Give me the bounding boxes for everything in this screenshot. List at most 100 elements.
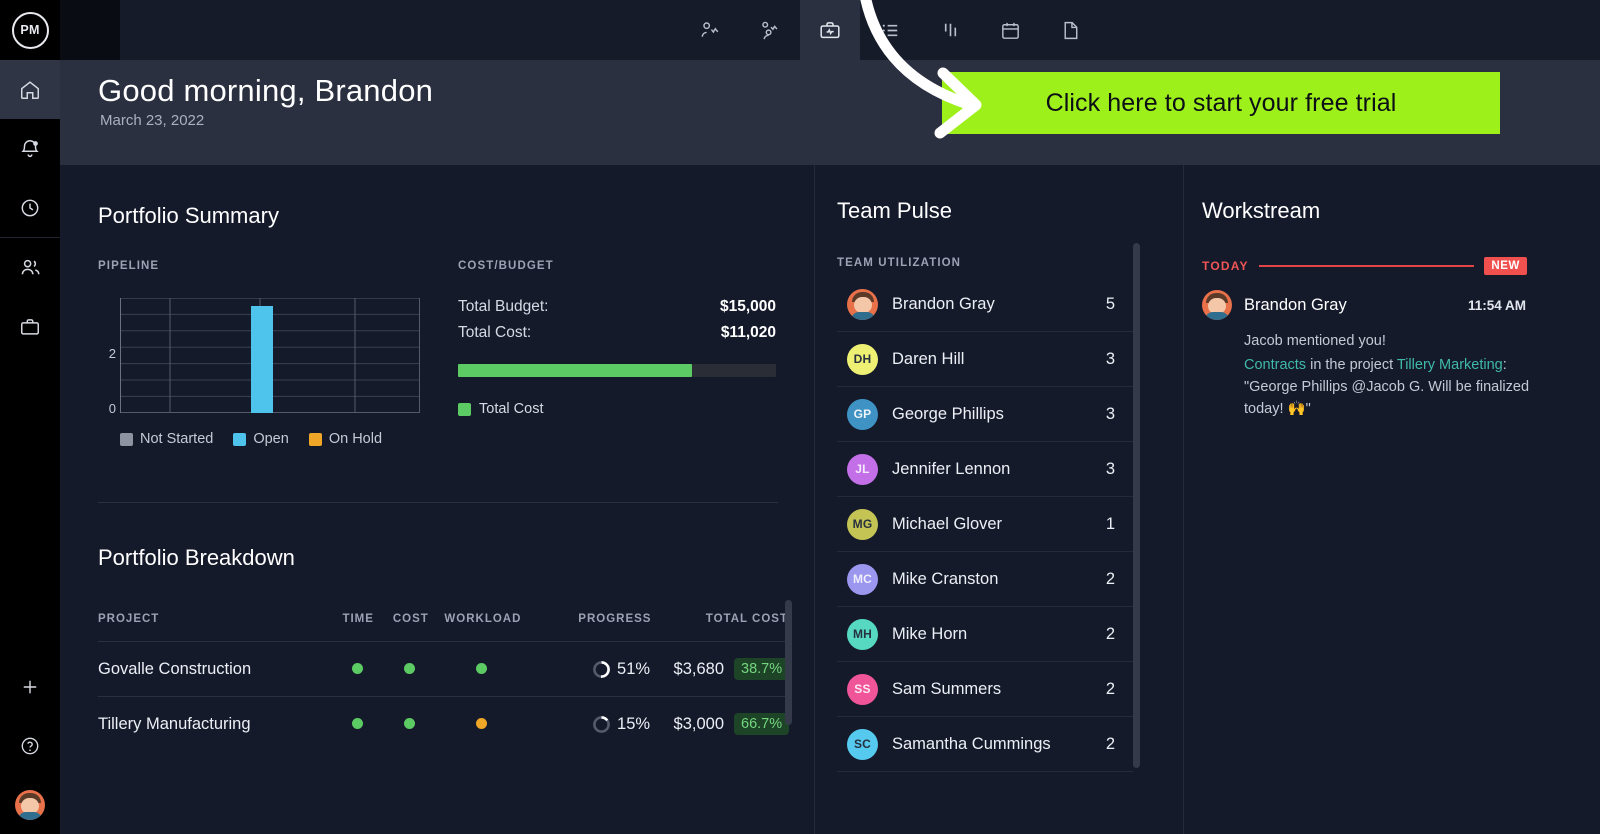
legend-label-total-cost: Total Cost: [479, 401, 544, 417]
cost-progress-fill: [458, 364, 692, 377]
pipeline-label: PIPELINE: [98, 260, 160, 272]
sidebar-item-projects[interactable]: [0, 297, 60, 356]
table-row[interactable]: Govalle Construction 51% $3,680 38.7%: [98, 641, 790, 696]
workstream-link-contracts[interactable]: Contracts: [1244, 357, 1306, 373]
list-item[interactable]: SC Samantha Cummings 2: [837, 717, 1133, 772]
tab-list[interactable]: [860, 0, 920, 60]
team-utilization-label: TEAM UTILIZATION: [837, 257, 962, 269]
member-value: 2: [1105, 679, 1115, 698]
sidebar-item-timesheets[interactable]: [0, 178, 60, 237]
clock-icon: [21, 199, 39, 216]
list-item[interactable]: MC Mike Cranston 2: [837, 552, 1133, 607]
member-value: 3: [1105, 349, 1115, 368]
legend-not-started: Not Started: [120, 431, 213, 447]
status-dot-green: [404, 717, 416, 729]
team-pulse-scrollbar[interactable]: [1133, 243, 1140, 768]
workstream-column: Workstream TODAY NEW Brandon Gray 11:54 …: [1184, 165, 1600, 834]
question-circle-icon: [21, 737, 39, 754]
legend-swatch-not-started: [120, 432, 133, 446]
list-item[interactable]: DH Daren Hill 3: [837, 332, 1133, 387]
cell-cost-status: [386, 660, 435, 679]
today-rule: [1258, 265, 1475, 267]
free-trial-button[interactable]: Click here to start your free trial: [942, 72, 1500, 134]
cell-time-status: [329, 660, 385, 679]
portfolio-summary-body: PIPELINE 2 0 Not Started Open On Hold CO…: [98, 260, 778, 447]
cell-total-cost: $3,680: [673, 659, 725, 678]
status-dot-green: [352, 717, 363, 729]
status-dot-orange: [476, 717, 488, 729]
column-header-time: TIME: [342, 613, 374, 625]
cell-time-status: [329, 715, 385, 734]
dashboard-content: Portfolio Summary PIPELINE 2 0 Not Start…: [60, 165, 1600, 834]
avatar: [847, 288, 878, 320]
bar-open: [251, 306, 273, 413]
team-pulse-column: Team Pulse TEAM UTILIZATION Brandon Gray…: [815, 165, 1183, 834]
list-item[interactable]: MH Mike Horn 2: [837, 607, 1133, 662]
plus-icon: [23, 680, 37, 693]
sidebar-item-team[interactable]: [0, 238, 60, 297]
legend-on-hold: On Hold: [308, 431, 383, 447]
member-name: Brandon Gray: [892, 294, 995, 313]
portfolio-summary-title: Portfolio Summary: [98, 203, 279, 228]
tab-docs[interactable]: [1040, 0, 1100, 60]
member-name: Michael Glover: [892, 514, 1003, 533]
app-root: PM Good morning, Brandon March 23, 2022 …: [0, 0, 1600, 834]
status-dot-green: [352, 662, 363, 674]
member-value: 5: [1105, 294, 1115, 313]
member-name: Mike Cranston: [892, 569, 999, 588]
breakdown-scrollbar[interactable]: [785, 600, 792, 725]
legend-label-on-hold: On Hold: [328, 431, 383, 447]
total-cost-row: Total Cost: $11,020: [458, 324, 776, 342]
percent-badge: 66.7%: [734, 713, 790, 735]
list-item[interactable]: GP George Phillips 3: [837, 387, 1133, 442]
top-navigation: [120, 0, 1600, 60]
total-cost-label: Total Cost:: [458, 324, 532, 341]
sidebar-item-home[interactable]: [0, 60, 60, 119]
left-sidebar: PM: [0, 0, 60, 834]
member-name: Jennifer Lennon: [892, 459, 1011, 478]
cell-total-cost: $3,000: [673, 714, 725, 733]
total-budget-row: Total Budget: $15,000: [458, 298, 776, 316]
list-item[interactable]: Brandon Gray 5: [837, 277, 1133, 332]
document-icon: [1064, 21, 1077, 39]
sidebar-item-add[interactable]: [0, 657, 60, 716]
total-cost-value: $11,020: [720, 324, 776, 341]
member-value: 3: [1105, 459, 1115, 478]
column-header-cost: COST: [392, 613, 429, 625]
progress-ring-icon: [593, 660, 610, 678]
member-value: 3: [1105, 404, 1115, 423]
tab-portfolio[interactable]: [800, 0, 860, 60]
avatar: MH: [847, 618, 878, 650]
avatar: MC: [847, 563, 878, 595]
table-row[interactable]: Tillery Manufacturing 15% $3,000 66.7%: [98, 696, 790, 751]
tab-my-work[interactable]: [680, 0, 740, 60]
list-item[interactable]: SS Sam Summers 2: [837, 662, 1133, 717]
pipeline-block: PIPELINE 2 0 Not Started Open On Hold: [98, 260, 453, 447]
tab-calendar[interactable]: [980, 0, 1040, 60]
sidebar-item-help[interactable]: [0, 716, 60, 775]
table-header-row: PROJECT TIME COST WORKLOAD PROGRESS TOTA…: [98, 613, 788, 641]
list-item[interactable]: MG Michael Glover 1: [837, 497, 1133, 552]
avatar: [15, 789, 45, 820]
legend-open: Open: [233, 431, 289, 447]
app-logo[interactable]: PM: [0, 0, 60, 60]
avatar: GP: [847, 398, 878, 430]
workstream-mid-text: in the project: [1306, 357, 1397, 373]
workstream-item[interactable]: Brandon Gray 11:54 AM Jacob mentioned yo…: [1202, 290, 1532, 420]
column-header-workload: WORKLOAD: [444, 613, 522, 625]
briefcase-icon: [21, 318, 39, 335]
list-item[interactable]: JL Jennifer Lennon 3: [837, 442, 1133, 497]
cost-progress-bar: [458, 364, 776, 377]
member-value: 1: [1105, 514, 1115, 533]
column-header-total-cost: TOTAL COST: [705, 613, 788, 625]
workstream-headline: Jacob mentioned you!: [1244, 333, 1386, 349]
avatar: SC: [847, 728, 878, 760]
tab-team-chart[interactable]: [740, 0, 800, 60]
workstream-link-project[interactable]: Tillery Marketing: [1397, 357, 1503, 373]
sidebar-item-profile[interactable]: [0, 775, 60, 834]
tab-gantt[interactable]: [920, 0, 980, 60]
member-value: 2: [1105, 624, 1115, 643]
main-area: Good morning, Brandon March 23, 2022 Cli…: [60, 0, 1600, 834]
briefcase-chart-icon: [820, 22, 840, 39]
sidebar-item-notifications[interactable]: [0, 119, 60, 178]
